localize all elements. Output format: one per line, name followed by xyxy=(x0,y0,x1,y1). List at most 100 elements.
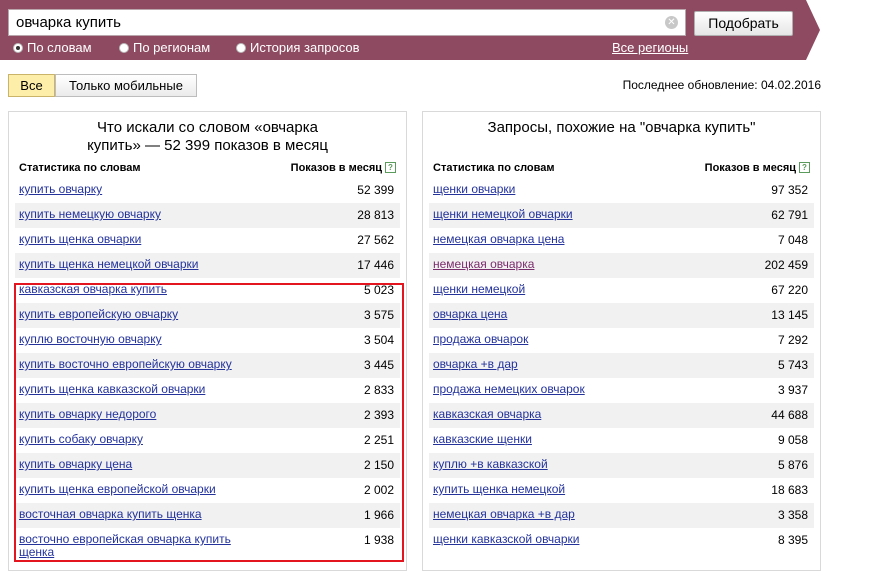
impressions-count: 97 352 xyxy=(771,183,808,197)
query-link[interactable]: купить щенка кавказской овчарки xyxy=(19,383,205,396)
table-row: восточная овчарка купить щенка 1 966 xyxy=(15,503,400,528)
submit-button[interactable]: Подобрать xyxy=(694,11,793,36)
impressions-count: 3 358 xyxy=(777,508,808,522)
search-bar-arrow xyxy=(806,0,820,60)
impressions-count: 2 393 xyxy=(363,408,394,422)
mode-by-words[interactable]: По словам xyxy=(13,40,92,55)
query-link[interactable]: овчарка +в дар xyxy=(433,358,518,371)
table-row: немецкая овчарка 202 459 xyxy=(429,253,814,278)
mode-label: История запросов xyxy=(250,40,360,55)
help-icon[interactable]: ? xyxy=(799,162,810,173)
table-row: купить овчарку 52 399 xyxy=(15,178,400,203)
mode-label: По регионам xyxy=(133,40,211,55)
table-row: овчарка +в дар 5 743 xyxy=(429,353,814,378)
column-header-count-label: Показов в месяц xyxy=(290,162,382,174)
impressions-count: 5 023 xyxy=(363,283,394,297)
table-row: купить восточно европейскую овчарку 3 445 xyxy=(15,353,400,378)
impressions-count: 28 813 xyxy=(357,208,394,222)
table-row: купить щенка немецкой 18 683 xyxy=(429,478,814,503)
impressions-count: 67 220 xyxy=(771,283,808,297)
filter-all-button[interactable]: Все xyxy=(8,74,55,97)
help-icon[interactable]: ? xyxy=(385,162,396,173)
query-link[interactable]: щенки кавказской овчарки xyxy=(433,533,579,546)
query-link[interactable]: щенки овчарки xyxy=(433,183,515,196)
table-row: овчарка цена 13 145 xyxy=(429,303,814,328)
table-row: щенки овчарки 97 352 xyxy=(429,178,814,203)
query-link[interactable]: купить щенка европейской овчарки xyxy=(19,483,216,496)
query-link[interactable]: купить щенка овчарки xyxy=(19,233,141,246)
all-regions-link[interactable]: Все регионы xyxy=(612,40,688,55)
query-link[interactable]: купить немецкую овчарку xyxy=(19,208,161,221)
table-row: купить немецкую овчарку 28 813 xyxy=(15,203,400,228)
impressions-count: 2 150 xyxy=(363,458,394,472)
query-link[interactable]: восточная овчарка купить щенка xyxy=(19,508,202,521)
table-row: продажа немецких овчарок 3 937 xyxy=(429,378,814,403)
query-link[interactable]: купить щенка немецкой овчарки xyxy=(19,258,198,271)
query-link[interactable]: овчарка цена xyxy=(433,308,507,321)
table-row: купить щенка европейской овчарки 2 002 xyxy=(15,478,400,503)
query-link[interactable]: кавказская овчарка купить xyxy=(19,283,167,296)
radio-icon[interactable] xyxy=(119,43,129,53)
query-link[interactable]: немецкая овчарка xyxy=(433,258,534,271)
impressions-count: 18 683 xyxy=(771,483,808,497)
query-link[interactable]: купить овчарку xyxy=(19,183,102,196)
impressions-count: 5 743 xyxy=(777,358,808,372)
query-link[interactable]: щенки немецкой xyxy=(433,283,525,296)
table-row: купить овчарку цена 2 150 xyxy=(15,453,400,478)
table-row: купить щенка немецкой овчарки 17 446 xyxy=(15,253,400,278)
radio-icon[interactable] xyxy=(13,43,23,53)
column-header-count: Показов в месяц? xyxy=(705,162,810,174)
filter-mobile-button[interactable]: Только мобильные xyxy=(55,74,197,97)
impressions-count: 13 145 xyxy=(771,308,808,322)
table-row: купить щенка овчарки 27 562 xyxy=(15,228,400,253)
table-row: немецкая овчарка цена 7 048 xyxy=(429,228,814,253)
impressions-count: 52 399 xyxy=(357,183,394,197)
query-link[interactable]: продажа немецких овчарок xyxy=(433,383,585,396)
query-link[interactable]: кавказская овчарка xyxy=(433,408,541,421)
impressions-count: 3 445 xyxy=(363,358,394,372)
similar-queries-panel: Запросы, похожие на "овчарка купить" Ста… xyxy=(422,111,821,571)
query-link[interactable]: кавказские щенки xyxy=(433,433,532,446)
query-link[interactable]: куплю +в кавказской xyxy=(433,458,548,471)
table-row: немецкая овчарка +в дар 3 358 xyxy=(429,503,814,528)
mode-by-regions[interactable]: По регионам xyxy=(119,40,210,55)
table-row: купить европейскую овчарку 3 575 xyxy=(15,303,400,328)
query-link[interactable]: купить европейскую овчарку xyxy=(19,308,178,321)
query-link[interactable]: немецкая овчарка +в дар xyxy=(433,508,575,521)
impressions-count: 2 833 xyxy=(363,383,394,397)
column-header-count: Показов в месяц? xyxy=(291,162,396,174)
impressions-count: 2 002 xyxy=(363,483,394,497)
query-link[interactable]: немецкая овчарка цена xyxy=(433,233,564,246)
query-link[interactable]: щенки немецкой овчарки xyxy=(433,208,573,221)
mode-history[interactable]: История запросов xyxy=(236,40,360,55)
search-input[interactable] xyxy=(9,10,659,35)
table-row: щенки немецкой овчарки 62 791 xyxy=(429,203,814,228)
column-header-count-label: Показов в месяц xyxy=(704,162,796,174)
query-link[interactable]: купить щенка немецкой xyxy=(433,483,565,496)
radio-icon[interactable] xyxy=(236,43,246,53)
query-link[interactable]: восточно европейская овчарка купить щенк… xyxy=(19,533,269,559)
query-link[interactable]: купить восточно европейскую овчарку xyxy=(19,358,232,371)
query-link[interactable]: купить овчарку недорого xyxy=(19,408,156,421)
clear-icon[interactable]: ✕ xyxy=(665,16,678,29)
query-link[interactable]: продажа овчарок xyxy=(433,333,528,346)
similar-table: щенки овчарки 97 352 щенки немецкой овчар… xyxy=(429,178,814,553)
words-table: купить овчарку 52 399 купить немецкую овч… xyxy=(15,178,400,559)
impressions-count: 7 292 xyxy=(777,333,808,347)
impressions-count: 17 446 xyxy=(357,258,394,272)
table-row: купить собаку овчарку 2 251 xyxy=(15,428,400,453)
query-link[interactable]: куплю восточную овчарку xyxy=(19,333,162,346)
table-row: купить овчарку недорого 2 393 xyxy=(15,403,400,428)
column-header-words: Статистика по словам xyxy=(433,162,555,174)
search-box: ✕ xyxy=(8,9,686,36)
impressions-count: 5 876 xyxy=(777,458,808,472)
impressions-count: 3 937 xyxy=(777,383,808,397)
impressions-count: 27 562 xyxy=(357,233,394,247)
impressions-count: 3 504 xyxy=(363,333,394,347)
query-link[interactable]: купить овчарку цена xyxy=(19,458,132,471)
query-link[interactable]: купить собаку овчарку xyxy=(19,433,143,446)
impressions-count: 3 575 xyxy=(363,308,394,322)
last-update-text: Последнее обновление: 04.02.2016 xyxy=(622,78,821,92)
impressions-count: 7 048 xyxy=(777,233,808,247)
impressions-count: 2 251 xyxy=(363,433,394,447)
